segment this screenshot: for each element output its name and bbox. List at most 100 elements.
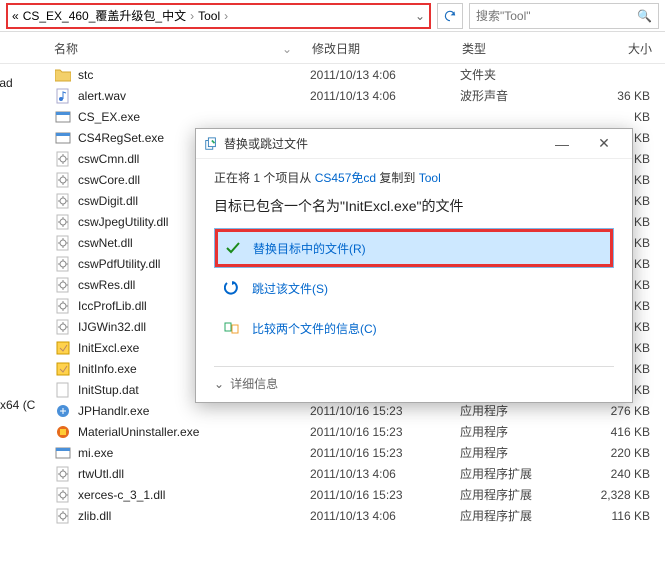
file-size: 220 KB (580, 446, 650, 460)
file-date: 2011/10/13 4:06 (310, 509, 460, 523)
skip-icon (224, 280, 242, 296)
dialog-copy-status: 正在将 1 个项目从 CS457免cd 复制到 Tool (214, 169, 614, 186)
column-type[interactable]: 类型 (462, 40, 582, 57)
file-type: 文件夹 (460, 66, 580, 83)
chevron-down-icon[interactable]: ⌄ (415, 9, 425, 23)
file-type: 应用程序 (460, 444, 580, 461)
file-size: 416 KB (580, 425, 650, 439)
search-icon: 🔍 (637, 9, 652, 23)
file-size: 2,328 KB (580, 488, 650, 502)
file-type: 应用程序 (460, 402, 580, 419)
file-icon (54, 403, 72, 419)
option-replace[interactable]: 替换目标中的文件(R) (214, 228, 614, 268)
file-icon (54, 130, 72, 146)
close-button[interactable]: ✕ (584, 132, 624, 156)
file-row[interactable]: alert.wav2011/10/13 4:06波形声音36 KB (40, 85, 665, 106)
file-icon (54, 256, 72, 272)
check-icon (225, 240, 243, 256)
dialog-titlebar[interactable]: 替换或跳过文件 — ✕ (196, 129, 632, 159)
file-type: 应用程序 (460, 423, 580, 440)
sidebar-fragment: load o x64 (C (0, 64, 40, 416)
breadcrumb-segment[interactable]: Tool (198, 9, 220, 23)
file-icon (54, 235, 72, 251)
option-skip[interactable]: 跳过该文件(S) (214, 268, 614, 308)
file-row[interactable]: MaterialUninstaller.exe2011/10/16 15:23应… (40, 421, 665, 442)
column-date[interactable]: 修改日期 (312, 40, 462, 57)
file-name: MaterialUninstaller.exe (78, 425, 310, 439)
file-icon (54, 88, 72, 104)
file-size: 276 KB (580, 404, 650, 418)
file-row[interactable]: JPHandlr.exe2011/10/16 15:23应用程序276 KB (40, 400, 665, 421)
file-icon (54, 487, 72, 503)
replace-skip-dialog: 替换或跳过文件 — ✕ 正在将 1 个项目从 CS457免cd 复制到 Tool… (195, 128, 633, 403)
file-icon (54, 214, 72, 230)
file-name: CS_EX.exe (78, 110, 310, 124)
chevron-down-icon: ⌄ (214, 377, 224, 391)
file-size: 240 KB (580, 467, 650, 481)
column-headers: 名称⌄ 修改日期 类型 大小 (0, 32, 665, 64)
column-size[interactable]: 大小 (582, 40, 652, 57)
dest-link[interactable]: Tool (419, 171, 441, 185)
file-date: 2011/10/16 15:23 (310, 446, 460, 460)
file-icon (54, 340, 72, 356)
file-type: 波形声音 (460, 87, 580, 104)
minimize-button[interactable]: — (542, 132, 582, 156)
file-row[interactable]: rtwUtl.dll2011/10/13 4:06应用程序扩展240 KB (40, 463, 665, 484)
search-input[interactable]: 🔍 (469, 3, 659, 29)
file-icon (54, 172, 72, 188)
file-row[interactable]: CS_EX.exe KB (40, 106, 665, 127)
option-compare[interactable]: 比较两个文件的信息(C) (214, 308, 614, 348)
file-icon (54, 151, 72, 167)
file-row[interactable]: mi.exe2011/10/16 15:23应用程序220 KB (40, 442, 665, 463)
refresh-button[interactable] (437, 3, 463, 29)
file-icon (54, 445, 72, 461)
breadcrumb[interactable]: « CS_EX_460_覆盖升级包_中文 › Tool › ⌄ (6, 3, 431, 29)
file-date: 2011/10/16 15:23 (310, 488, 460, 502)
file-name: zlib.dll (78, 509, 310, 523)
file-icon (54, 424, 72, 440)
file-row[interactable]: xerces-c_3_1.dll2011/10/16 15:23应用程序扩展2,… (40, 484, 665, 505)
file-type: 应用程序扩展 (460, 486, 580, 503)
file-icon (54, 193, 72, 209)
file-icon (54, 466, 72, 482)
column-name[interactable]: 名称⌄ (54, 40, 312, 57)
file-icon (54, 298, 72, 314)
conflict-message: 目标已包含一个名为"InitExcl.exe"的文件 (214, 196, 614, 216)
dialog-title: 替换或跳过文件 (224, 135, 542, 152)
compare-icon (224, 320, 242, 336)
file-size: 36 KB (580, 89, 650, 103)
file-name: xerces-c_3_1.dll (78, 488, 310, 502)
file-date: 2011/10/13 4:06 (310, 89, 460, 103)
file-row[interactable]: stc2011/10/13 4:06文件夹 (40, 64, 665, 85)
file-row[interactable]: zlib.dll2011/10/13 4:06应用程序扩展116 KB (40, 505, 665, 526)
file-type: 应用程序扩展 (460, 465, 580, 482)
file-name: stc (78, 68, 310, 82)
file-icon (54, 508, 72, 524)
file-name: alert.wav (78, 89, 310, 103)
file-name: rtwUtl.dll (78, 467, 310, 481)
file-date: 2011/10/13 4:06 (310, 68, 460, 82)
file-name: mi.exe (78, 446, 310, 460)
breadcrumb-segment[interactable]: CS_EX_460_覆盖升级包_中文 (23, 7, 186, 24)
file-icon (54, 382, 72, 398)
details-toggle[interactable]: ⌄ 详细信息 (214, 366, 614, 392)
file-size: 116 KB (580, 509, 650, 523)
file-date: 2011/10/16 15:23 (310, 425, 460, 439)
file-icon (54, 109, 72, 125)
address-bar: « CS_EX_460_覆盖升级包_中文 › Tool › ⌄ 🔍 (0, 0, 665, 32)
file-date: 2011/10/16 15:23 (310, 404, 460, 418)
file-icon (54, 67, 72, 83)
chevron-right-icon: › (224, 9, 228, 23)
source-link[interactable]: CS457免cd (315, 171, 376, 185)
file-size: KB (580, 110, 650, 124)
file-icon (54, 277, 72, 293)
file-date: 2011/10/13 4:06 (310, 467, 460, 481)
chevron-right-icon: › (190, 9, 194, 23)
file-name: JPHandlr.exe (78, 404, 310, 418)
file-icon (54, 361, 72, 377)
search-field[interactable] (476, 9, 633, 23)
copy-icon (204, 137, 218, 151)
file-icon (54, 319, 72, 335)
breadcrumb-prefix: « (12, 9, 19, 23)
file-type: 应用程序扩展 (460, 507, 580, 524)
